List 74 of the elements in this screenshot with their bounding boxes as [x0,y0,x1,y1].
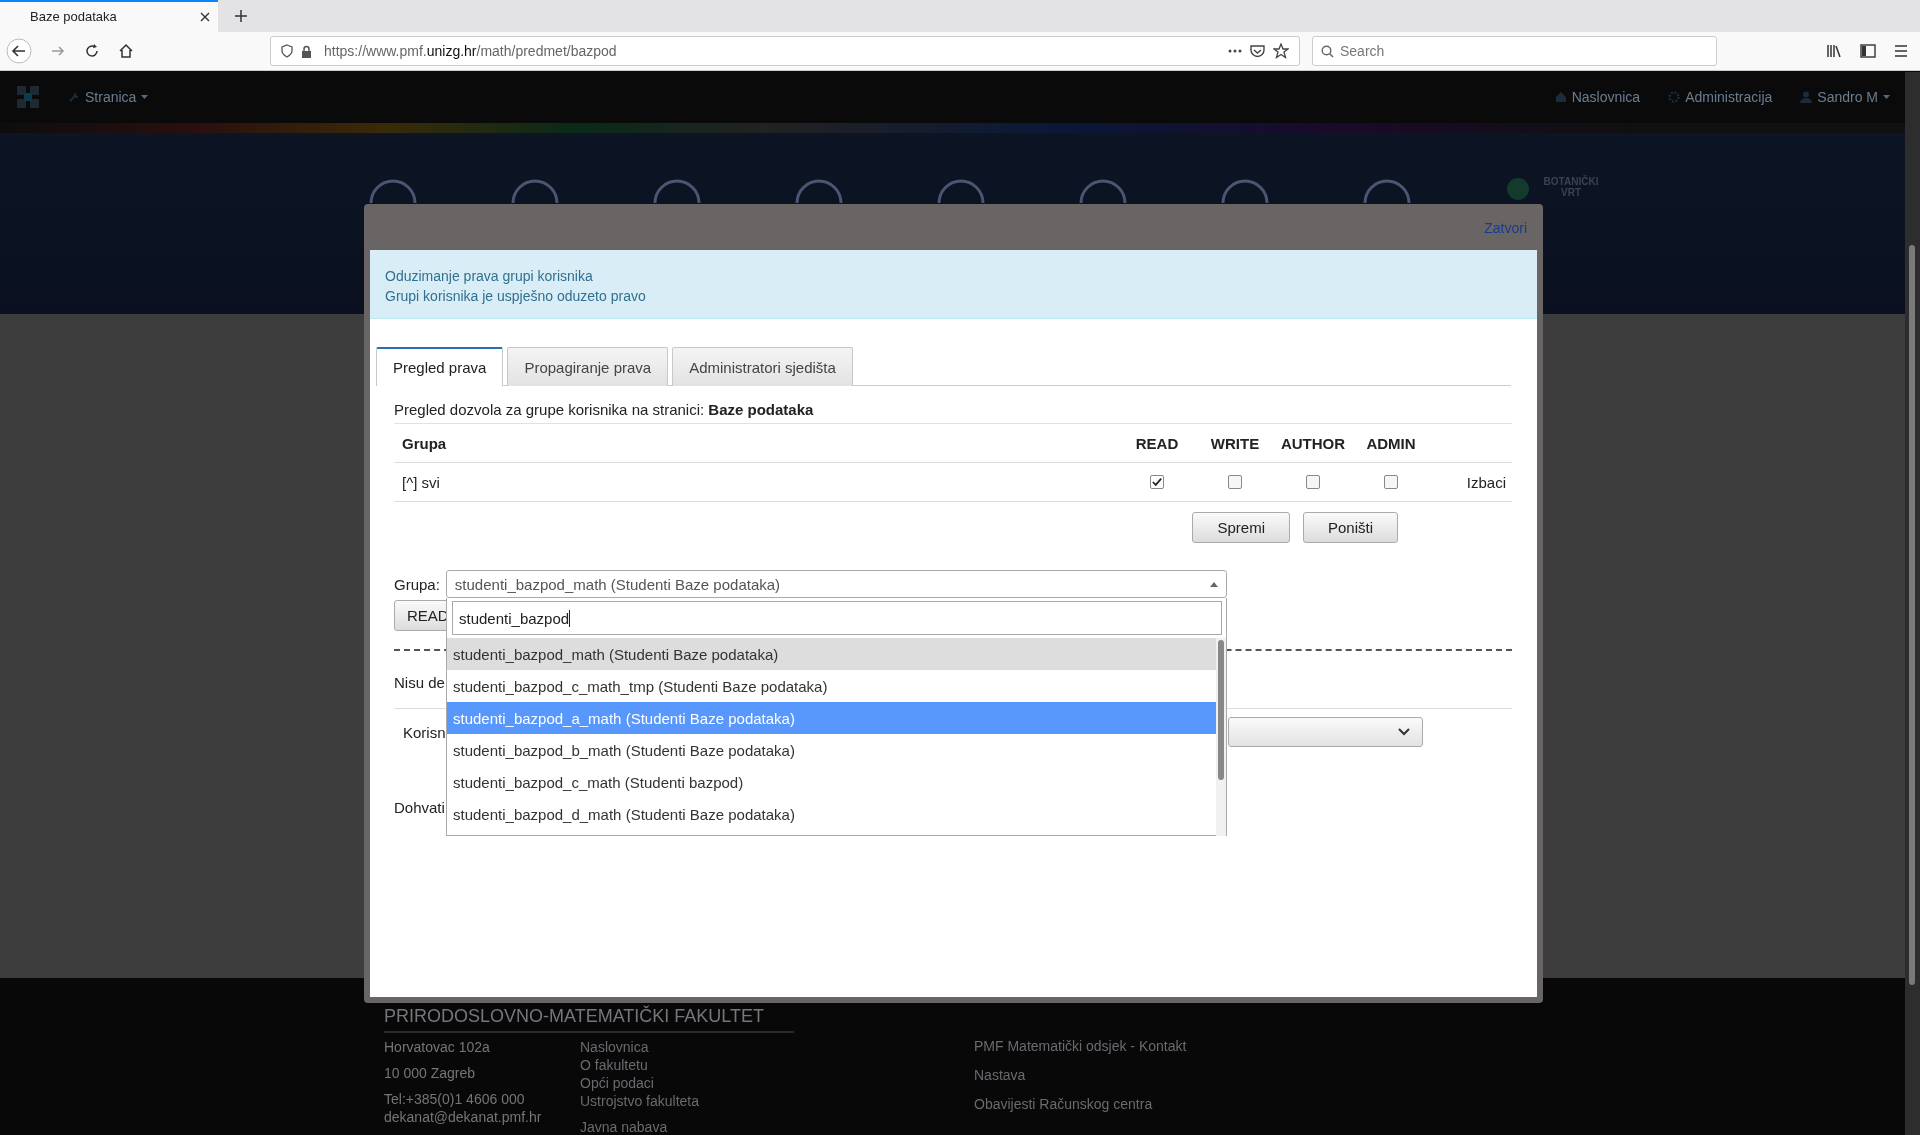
footer-link[interactable]: Nastava [974,1067,1187,1083]
wrench-icon [68,91,80,104]
star-icon[interactable] [1273,43,1289,59]
search-field[interactable]: Search [1312,36,1717,66]
home-icon[interactable] [118,43,134,59]
footer-link[interactable]: Javna nabava [580,1119,700,1135]
nav-link[interactable]: Sandro M [1800,89,1890,106]
dropdown-option[interactable]: studenti_bazpod_d_math (Studenti Baze podataka) [447,798,1216,830]
action-button[interactable]: Poništi [1302,512,1398,543]
dropdown-option[interactable]: studenti_bazpod_b_math (Studenti Baze podataka) [447,734,1216,766]
library-icon[interactable] [1826,44,1842,58]
logo-icon [16,85,40,110]
nav-link[interactable]: Naslovnica [1554,89,1641,106]
field-label: Grupa: [394,575,440,593]
address-bar[interactable]: https://www.pmf.unizg.hr/math/predmet/bazpod [270,36,1300,66]
footer-title: PRIRODOSLOVNO-MATEMATIČKI FAKULTET [384,1006,794,1033]
footer-link[interactable]: Opći podaci [580,1075,700,1091]
tab[interactable]: Propagiranje prava [507,347,669,386]
home-icon [1554,91,1567,104]
checkbox[interactable] [1150,475,1164,489]
footer-address-line: Tel:+385(0)1 4606 000 [384,1091,526,1107]
footer-address-line: Horvatovac 102a [384,1039,491,1055]
footer-link[interactable]: Naslovnica [580,1039,700,1055]
field-label: Korisn [402,723,447,741]
column-header: Grupa [401,434,448,452]
dropdown-option[interactable]: studenti_bazpod_math (Studenti Baze podataka) [447,638,1216,670]
column-header: AUTHOR [1279,434,1347,452]
nav-link[interactable]: Administracija [1668,89,1773,106]
sidebar-icon[interactable] [1860,44,1876,58]
checkbox[interactable] [1306,475,1320,489]
group-name: [^] svi [401,473,441,491]
gear-icon [1668,91,1681,104]
footer-address-line: dekanat@dekanat.pmf.hr [384,1109,543,1125]
action-button[interactable]: Spremi [1192,512,1290,543]
menu-icon[interactable] [1894,45,1908,57]
search-field[interactable]: studenti_bazpod [452,601,1222,635]
plus-icon[interactable] [234,8,248,23]
column-header: READ [1134,434,1180,452]
footer-link[interactable]: Ustrojstvo fakulteta [580,1093,700,1109]
footer-link[interactable]: PMF Matematički odsjek - Kontakt [974,1038,1187,1054]
shield-icon [281,44,293,58]
remove-link[interactable]: Izbaci [1430,473,1512,491]
caret-icon [1883,95,1890,100]
column-header: WRITE [1209,434,1261,452]
browser-tab[interactable]: Baze podataka [0,0,218,32]
user-icon [1800,91,1813,104]
chevron-icon [1398,728,1410,736]
intro-text: Pregled dozvola za grupe korisnika na stranici: Baze podataka [394,401,1512,424]
alert-message: Grupi korisnika je uspješno oduzeto pravo [385,288,647,304]
group-select[interactable]: studenti_bazpod_math (Studenti Baze podataka) [445,570,1227,598]
footer-link[interactable]: O fakultetu [580,1057,700,1073]
page-menu[interactable]: Stranica [68,89,149,106]
column-header: ADMIN [1365,434,1417,452]
tab[interactable]: Administratori sjedišta [672,347,853,386]
pocket-icon[interactable] [1250,44,1265,58]
footer-link[interactable]: Obavijesti Računskog centra [974,1096,1187,1112]
more-icon[interactable] [1228,49,1242,53]
close-icon[interactable] [200,11,210,22]
search-icon [1321,44,1334,58]
footer-address-line: 10 000 Zagreb [384,1065,477,1081]
alert-title: Oduzimanje prava grupi korisnika [385,268,594,284]
tab[interactable]: Pregled prava [376,347,504,386]
checkbox[interactable] [1384,475,1398,489]
caret-icon [1209,581,1218,587]
dropdown-option[interactable]: studenti_bazpod_c_math_tmp (Studenti Baze podataka) [447,670,1216,702]
lock-icon [301,44,312,58]
field-label: Dohvati [394,799,445,816]
notice-text: Nisu de [394,674,445,691]
leaf-icon [1505,175,1531,202]
reload-icon[interactable] [84,43,100,59]
dropdown-option[interactable]: studenti_bazpod_c_math (Studenti bazpod) [447,766,1216,798]
back-icon[interactable] [6,38,32,64]
caret-icon [141,95,149,100]
checkbox[interactable] [1228,475,1242,489]
